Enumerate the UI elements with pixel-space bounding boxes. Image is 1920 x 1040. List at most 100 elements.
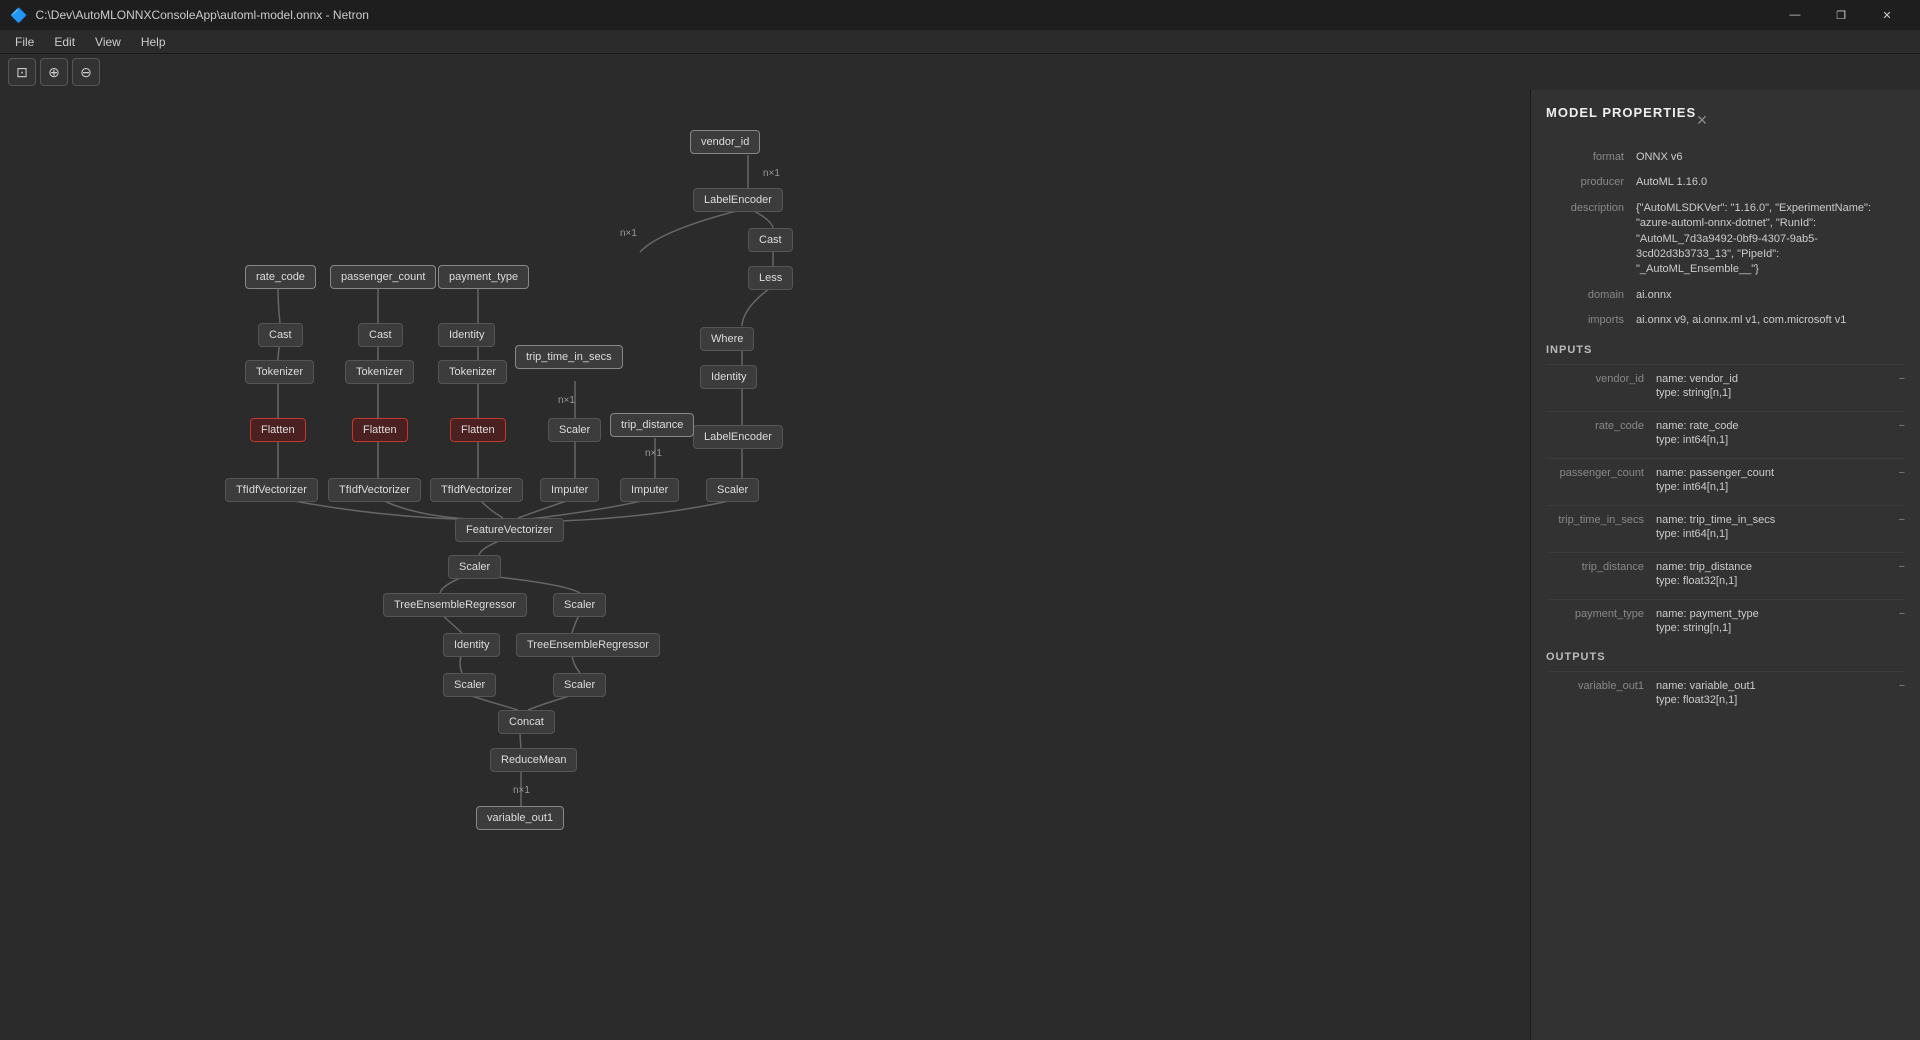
input-collapse-button[interactable]: − <box>1899 420 1905 432</box>
menu-help[interactable]: Help <box>131 33 176 51</box>
node-flatten-1[interactable]: Flatten <box>250 418 306 442</box>
prop-format-row: format ONNX v6 <box>1546 150 1905 165</box>
node-payment-type[interactable]: payment_type <box>438 265 529 289</box>
toolbar: ⊡ ⊕ ⊖ <box>0 54 1920 90</box>
node-feature-vectorizer[interactable]: FeatureVectorizer <box>455 518 564 542</box>
title-icon: 🔷 <box>10 7 27 24</box>
input-collapse-button[interactable]: − <box>1899 373 1905 385</box>
input-collapse-button[interactable]: − <box>1899 561 1905 573</box>
props-title: MODEL PROPERTIES <box>1546 105 1696 120</box>
prop-imports-val: ai.onnx v9, ai.onnx.ml v1, com.microsoft… <box>1636 313 1905 328</box>
node-cast-3[interactable]: Cast <box>358 323 403 347</box>
menubar: File Edit View Help <box>0 30 1920 54</box>
node-trip-distance[interactable]: trip_distance <box>610 413 694 437</box>
node-concat[interactable]: Concat <box>498 710 555 734</box>
input-name-label: trip_time_in_secs <box>1546 514 1656 526</box>
properties-panel: MODEL PROPERTIES ✕ format ONNX v6 produc… <box>1530 90 1920 1040</box>
node-imputer-1[interactable]: Imputer <box>540 478 599 502</box>
node-label-encoder-1[interactable]: LabelEncoder <box>693 188 783 212</box>
node-tokenizer-1[interactable]: Tokenizer <box>245 360 314 384</box>
node-identity-1[interactable]: Identity <box>700 365 757 389</box>
node-less[interactable]: Less <box>748 266 793 290</box>
zoom-out-button[interactable]: ⊖ <box>72 58 100 86</box>
input-row-trip_time_in_secs[interactable]: trip_time_in_secs name: trip_time_in_sec… <box>1546 505 1905 542</box>
prop-producer-val: AutoML 1.16.0 <box>1636 175 1905 190</box>
node-passenger-count[interactable]: passenger_count <box>330 265 436 289</box>
input-details: name: trip_distance type: float32[n,1] <box>1656 561 1894 589</box>
input-row-rate_code[interactable]: rate_code name: rate_code type: int64[n,… <box>1546 411 1905 448</box>
input-name-label: rate_code <box>1546 420 1656 432</box>
node-tfidf-3[interactable]: TfIdfVectorizer <box>430 478 523 502</box>
window-title: C:\Dev\AutoMLONNXConsoleApp\automl-model… <box>35 8 368 22</box>
props-close-button[interactable]: ✕ <box>1696 112 1708 129</box>
node-cast-1[interactable]: Cast <box>748 228 793 252</box>
node-rate-code[interactable]: rate_code <box>245 265 316 289</box>
node-tree-ensemble-2[interactable]: TreeEnsembleRegressor <box>516 633 660 657</box>
node-scaler-1[interactable]: Scaler <box>548 418 601 442</box>
outputs-section-title: OUTPUTS <box>1546 651 1905 663</box>
node-variable-out1[interactable]: variable_out1 <box>476 806 564 830</box>
restore-button[interactable]: ❐ <box>1818 0 1864 30</box>
node-scaler-5[interactable]: Scaler <box>443 673 496 697</box>
prop-producer-key: producer <box>1546 175 1636 190</box>
node-flatten-3[interactable]: Flatten <box>450 418 506 442</box>
node-tree-ensemble-1[interactable]: TreeEnsembleRegressor <box>383 593 527 617</box>
node-tokenizer-2[interactable]: Tokenizer <box>345 360 414 384</box>
input-row-payment_type[interactable]: payment_type name: payment_type type: st… <box>1546 599 1905 636</box>
input-details: name: trip_time_in_secs type: int64[n,1] <box>1656 514 1894 542</box>
edge-label-4: n×1 <box>645 448 662 459</box>
node-tokenizer-3[interactable]: Tokenizer <box>438 360 507 384</box>
input-details: name: rate_code type: int64[n,1] <box>1656 420 1894 448</box>
menu-view[interactable]: View <box>85 33 131 51</box>
prop-description-row: description {"AutoMLSDKVer": "1.16.0", "… <box>1546 201 1905 278</box>
main-container: vendor_id n×1 LabelEncoder n×1 Cast Less… <box>0 90 1920 1040</box>
input-row-trip_distance[interactable]: trip_distance name: trip_distance type: … <box>1546 552 1905 589</box>
zoom-fit-button[interactable]: ⊡ <box>8 58 36 86</box>
minimize-button[interactable]: — <box>1772 0 1818 30</box>
node-cast-2[interactable]: Cast <box>258 323 303 347</box>
node-vendor-id[interactable]: vendor_id <box>690 130 760 154</box>
prop-format-key: format <box>1546 150 1636 165</box>
input-name-label: payment_type <box>1546 608 1656 620</box>
edge-label-1: n×1 <box>763 168 780 179</box>
input-row-vendor_id[interactable]: vendor_id name: vendor_id type: string[n… <box>1546 364 1905 401</box>
node-trip-time[interactable]: trip_time_in_secs <box>515 345 623 369</box>
menu-edit[interactable]: Edit <box>44 33 85 51</box>
output-details: name: variable_out1 type: float32[n,1] <box>1656 680 1894 708</box>
node-identity-3[interactable]: Identity <box>443 633 500 657</box>
menu-file[interactable]: File <box>5 33 44 51</box>
prop-description-val: {"AutoMLSDKVer": "1.16.0", "ExperimentNa… <box>1636 201 1905 278</box>
prop-format-val: ONNX v6 <box>1636 150 1905 165</box>
titlebar: 🔷 C:\Dev\AutoMLONNXConsoleApp\automl-mod… <box>0 0 1920 30</box>
input-collapse-button[interactable]: − <box>1899 467 1905 479</box>
close-button[interactable]: ✕ <box>1864 0 1910 30</box>
input-collapse-button[interactable]: − <box>1899 514 1905 526</box>
input-collapse-button[interactable]: − <box>1899 608 1905 620</box>
prop-imports-row: imports ai.onnx v9, ai.onnx.ml v1, com.m… <box>1546 313 1905 328</box>
node-scaler-4[interactable]: Scaler <box>553 593 606 617</box>
node-scaler-3[interactable]: Scaler <box>448 555 501 579</box>
node-identity-2[interactable]: Identity <box>438 323 495 347</box>
output-name-label: variable_out1 <box>1546 680 1656 692</box>
node-tfidf-2[interactable]: TfIdfVectorizer <box>328 478 421 502</box>
node-scaler-2[interactable]: Scaler <box>706 478 759 502</box>
node-imputer-2[interactable]: Imputer <box>620 478 679 502</box>
input-details: name: payment_type type: string[n,1] <box>1656 608 1894 636</box>
input-name-label: vendor_id <box>1546 373 1656 385</box>
input-row-passenger_count[interactable]: passenger_count name: passenger_count ty… <box>1546 458 1905 495</box>
output-collapse-button[interactable]: − <box>1899 680 1905 692</box>
zoom-in-button[interactable]: ⊕ <box>40 58 68 86</box>
node-flatten-2[interactable]: Flatten <box>352 418 408 442</box>
prop-imports-key: imports <box>1546 313 1636 328</box>
node-reduce-mean[interactable]: ReduceMean <box>490 748 577 772</box>
prop-description-key: description <box>1546 201 1636 278</box>
edge-label-3: n×1 <box>558 395 575 406</box>
node-tfidf-1[interactable]: TfIdfVectorizer <box>225 478 318 502</box>
output-row-variable_out1[interactable]: variable_out1 name: variable_out1 type: … <box>1546 671 1905 708</box>
input-details: name: vendor_id type: string[n,1] <box>1656 373 1894 401</box>
node-label-encoder-2[interactable]: LabelEncoder <box>693 425 783 449</box>
node-where[interactable]: Where <box>700 327 754 351</box>
input-name-label: passenger_count <box>1546 467 1656 479</box>
graph-canvas[interactable]: vendor_id n×1 LabelEncoder n×1 Cast Less… <box>0 90 1530 1040</box>
node-scaler-6[interactable]: Scaler <box>553 673 606 697</box>
